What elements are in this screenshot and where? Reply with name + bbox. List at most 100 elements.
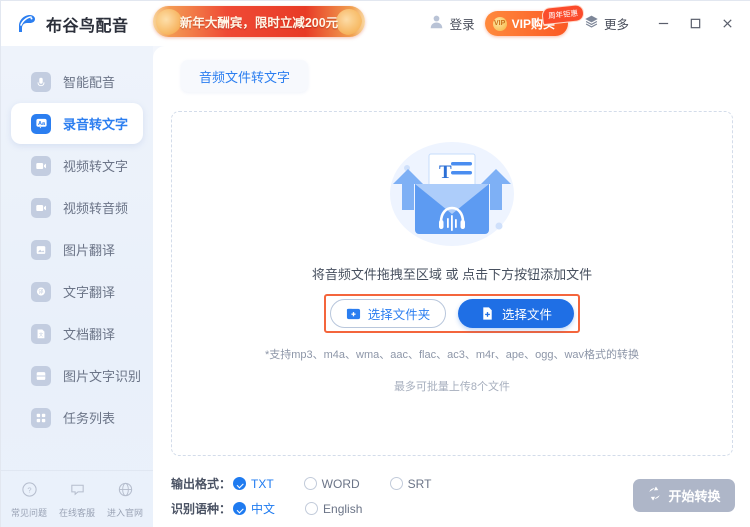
image-translate-icon (31, 239, 51, 260)
login-button[interactable]: 登录 (428, 13, 475, 35)
format-option-word[interactable]: WORD (303, 476, 360, 491)
sidebar-item-doc-translate[interactable]: 文 文档翻译 (11, 313, 143, 354)
app-logo: 布谷鸟配音 (15, 12, 129, 36)
video-audio-icon (31, 197, 51, 218)
question-circle-icon: ? (21, 481, 38, 503)
radio-dot (233, 502, 246, 515)
sidebar-item-smart-dubbing[interactable]: 智能配音 (11, 61, 143, 102)
format-option-label: SRT (407, 476, 432, 491)
format-option-txt[interactable]: TXT (233, 477, 274, 491)
svg-text:译: 译 (38, 287, 43, 295)
svg-text:文: 文 (39, 331, 44, 338)
sidebar-item-label: 任务列表 (63, 411, 116, 426)
language-option-label: English (323, 501, 363, 516)
file-dropzone[interactable]: T 将音频文件拖拽至区域 或 点击下方按钮添加文件 选择文件夹 选择文件 *支持… (171, 111, 733, 456)
language-option-label: 中文 (251, 502, 276, 516)
select-folder-button[interactable]: 选择文件夹 (330, 299, 446, 328)
file-plus-icon (480, 306, 495, 321)
sidebar-item-task-list[interactable]: 任务列表 (11, 397, 143, 438)
sidebar-item-label: 文档翻译 (63, 327, 116, 342)
sidebar-item-audio-to-text[interactable]: Aa 录音转文字 (11, 103, 143, 144)
output-format-label: 输出格式： (171, 477, 232, 491)
sidebar-item-label: 视频转音频 (63, 201, 129, 216)
tab-bar: 音频文件转文字 (153, 60, 750, 96)
website-label: 进入官网 (106, 507, 143, 518)
task-list-icon (31, 407, 51, 428)
tab-audio-file-to-text[interactable]: 音频文件转文字 (181, 60, 309, 92)
radio-dot (303, 477, 317, 490)
select-file-button[interactable]: 选择文件 (458, 299, 574, 328)
title-bar: 布谷鸟配音 新年大酬宾，限时立减200元 登录 VIP VIP购买 周年钜惠 更… (1, 1, 750, 46)
sidebar-footer: ? 常见问题 在线客服 进入官网 (1, 470, 153, 527)
app-window: 布谷鸟配音 新年大酬宾，限时立减200元 登录 VIP VIP购买 周年钜惠 更… (0, 0, 750, 527)
start-convert-button[interactable]: 开始转换 (633, 479, 735, 512)
sidebar-nav: 智能配音 Aa 录音转文字 视频转文字 视频转音频 图片翻译 译 文字翻译 文 … (1, 46, 153, 438)
radio-dot (233, 477, 246, 490)
minimize-icon[interactable] (647, 10, 679, 38)
radio-dot (305, 502, 319, 515)
main-content: 音频文件转文字 T 将音频文件拖拽至区域 或 点击下方按钮添加文件 选择文件夹 … (153, 46, 750, 527)
faq-button[interactable]: ? 常见问题 (6, 481, 52, 519)
batch-limit-note: 最多可批量上传8个文件 (393, 381, 511, 393)
sidebar-item-label: 视频转文字 (63, 159, 129, 174)
titlebar-right-group: 登录 VIP VIP购买 周年钜惠 更多 (428, 1, 750, 46)
app-title: 布谷鸟配音 (46, 17, 129, 35)
close-icon[interactable] (711, 10, 743, 38)
text-translate-icon: 译 (31, 281, 51, 302)
globe-icon (117, 481, 134, 503)
start-convert-label: 开始转换 (668, 489, 721, 504)
convert-arrows-icon (647, 486, 662, 506)
sidebar-item-text-translate[interactable]: 译 文字翻译 (11, 271, 143, 312)
svg-text:T: T (439, 162, 452, 183)
radio-dot (389, 477, 403, 490)
chat-support-icon (69, 481, 86, 503)
select-folder-label: 选择文件夹 (367, 308, 431, 322)
aa-text-icon: Aa (31, 113, 51, 134)
online-support-button[interactable]: 在线客服 (54, 481, 100, 519)
sidebar-item-label: 录音转文字 (63, 117, 129, 132)
user-avatar-icon (428, 13, 445, 35)
language-option-english[interactable]: English (305, 502, 362, 516)
format-option-label: WORD (321, 476, 360, 491)
login-label: 登录 (449, 18, 475, 32)
svg-text:?: ? (27, 485, 31, 494)
supported-formats-note: *支持mp3、m4a、wma、aac、flac、ac3、m4r、ape、ogg、… (264, 349, 640, 361)
promo-banner[interactable]: 新年大酬宾，限时立减200元 (153, 6, 365, 37)
vip-anniversary-badge: 周年钜惠 (541, 3, 585, 26)
sidebar-item-label: 文字翻译 (63, 285, 116, 300)
audio-to-text-envelope-icon: T (377, 138, 527, 254)
promo-banner-text: 新年大酬宾，限时立减200元 (179, 16, 339, 30)
dropzone-hint: 将音频文件拖拽至区域 或 点击下方按钮添加文件 (311, 267, 593, 282)
tab-label: 音频文件转文字 (199, 69, 291, 85)
language-option-chinese[interactable]: 中文 (233, 500, 275, 517)
layers-icon (584, 14, 599, 34)
folder-plus-icon (346, 306, 361, 321)
sidebar-item-video-to-text[interactable]: 视频转文字 (11, 145, 143, 186)
file-select-highlight-box: 选择文件夹 选择文件 (324, 294, 580, 333)
sidebar-item-video-to-audio[interactable]: 视频转音频 (11, 187, 143, 228)
more-menu-button[interactable]: 更多 (584, 14, 629, 34)
website-button[interactable]: 进入官网 (102, 481, 148, 519)
sidebar-item-label: 图片文字识别 (63, 369, 142, 384)
ocr-icon (31, 365, 51, 386)
mic-icon (31, 71, 51, 92)
language-label: 识别语种： (171, 502, 232, 516)
sidebar-item-label: 智能配音 (63, 75, 116, 90)
online-support-label: 在线客服 (58, 507, 95, 518)
sidebar: 智能配音 Aa 录音转文字 视频转文字 视频转音频 图片翻译 译 文字翻译 文 … (1, 46, 153, 527)
sidebar-item-ocr[interactable]: 图片文字识别 (11, 355, 143, 396)
format-option-srt[interactable]: SRT (389, 476, 432, 491)
vip-purchase-group: VIP VIP购买 周年钜惠 (484, 3, 585, 36)
faq-label: 常见问题 (10, 507, 47, 518)
video-text-icon (31, 155, 51, 176)
sidebar-item-label: 图片翻译 (63, 243, 116, 258)
sidebar-item-image-translate[interactable]: 图片翻译 (11, 229, 143, 270)
more-menu-label: 更多 (603, 18, 629, 32)
select-file-label: 选择文件 (501, 308, 552, 322)
vip-coin-icon: VIP (492, 16, 507, 31)
maximize-icon[interactable] (679, 10, 711, 38)
doc-translate-icon: 文 (31, 323, 51, 344)
bird-logo-icon (15, 12, 39, 36)
window-controls (647, 10, 743, 38)
svg-text:Aa: Aa (37, 121, 45, 127)
